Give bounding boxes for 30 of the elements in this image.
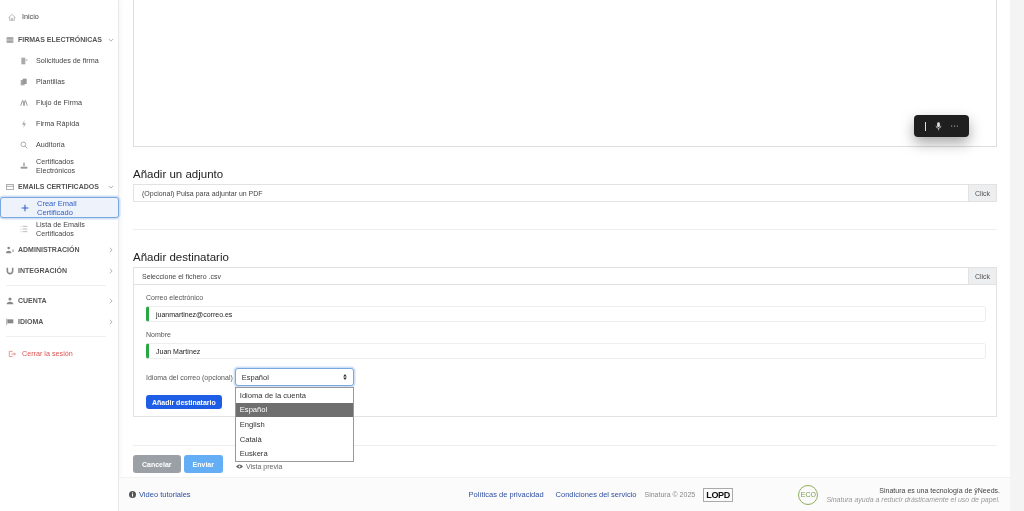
- logout-icon: [8, 349, 16, 358]
- chevron-down-icon: [108, 36, 114, 43]
- section-heading: Añadir un adjunto: [133, 168, 225, 180]
- list-icon: [20, 224, 28, 233]
- lopd-logo: LOPD: [703, 487, 733, 502]
- stamp-icon: [20, 161, 28, 170]
- grid-icon: [6, 35, 14, 44]
- cursor-icon[interactable]: [924, 121, 927, 131]
- chevron-right-icon: [108, 267, 114, 274]
- microphone-icon[interactable]: [935, 121, 943, 131]
- flag-icon: [6, 317, 14, 326]
- info-icon: [129, 491, 136, 498]
- search-icon: [20, 140, 28, 149]
- section-heading: Añadir destinatario: [133, 251, 230, 263]
- users-icon: [6, 245, 14, 254]
- chevron-right-icon: [108, 318, 114, 325]
- flow-icon: [20, 98, 28, 107]
- home-icon: [8, 12, 16, 21]
- magnet-icon: [6, 266, 14, 275]
- plus-icon: [21, 203, 29, 212]
- document-icon: [20, 56, 28, 65]
- lightning-icon: [20, 119, 28, 128]
- chevron-right-icon: [108, 297, 114, 304]
- chevron-right-icon: [108, 246, 114, 253]
- copy-icon: [20, 77, 28, 86]
- sort-icon: [342, 374, 347, 380]
- eye-icon: [236, 463, 243, 469]
- user-icon: [6, 296, 14, 305]
- envelope-icon: [6, 182, 14, 191]
- chevron-down-icon: [108, 183, 114, 190]
